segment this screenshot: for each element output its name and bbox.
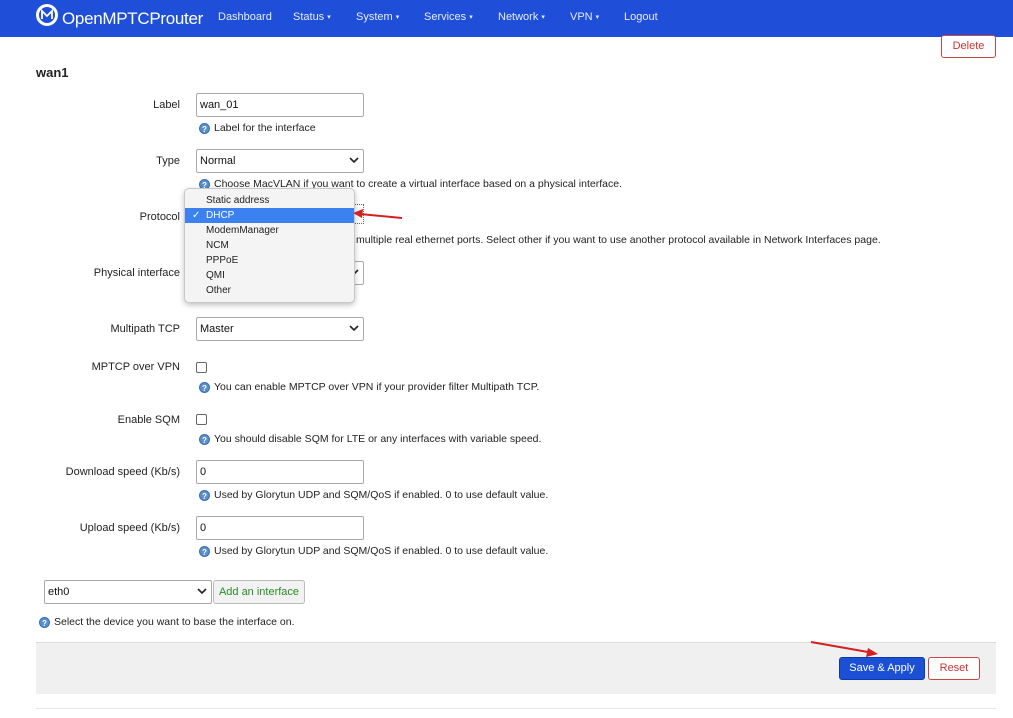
download-speed-label: Download speed (Kb/s): [65, 466, 180, 478]
protocol-select-edge[interactable]: [354, 204, 364, 224]
chevron-down-icon: [197, 588, 207, 595]
protocol-option-pppoe[interactable]: PPPoE: [185, 253, 354, 268]
enable-sqm-help: ? You should disable SQM for LTE or any i…: [199, 433, 541, 445]
brand[interactable]: OpenMPTCProuter: [36, 2, 203, 35]
device-select-value: eth0: [48, 586, 70, 598]
nav-vpn[interactable]: VPN ▾: [570, 11, 599, 23]
physical-interface-label: Physical interface: [93, 267, 180, 279]
help-icon: ?: [39, 616, 50, 628]
top-navbar: OpenMPTCProuter Dashboard Status ▾ System…: [0, 0, 1013, 37]
protocol-option-modemmanager[interactable]: ModemManager: [185, 223, 354, 238]
divider: [36, 708, 996, 709]
nav-network[interactable]: Network ▾: [498, 11, 545, 23]
download-speed-help: ? Used by Glorytun UDP and SQM/QoS if ena…: [199, 489, 548, 501]
protocol-option-qmi[interactable]: QMI: [185, 268, 354, 283]
label-input[interactable]: wan_01: [196, 93, 364, 117]
protocol-help: multiple real ethernet ports. Select oth…: [356, 234, 881, 246]
upload-speed-help: ? Used by Glorytun UDP and SQM/QoS if ena…: [199, 545, 548, 557]
caret-down-icon: ▾: [395, 14, 400, 21]
device-help: ? Select the device you want to base the …: [39, 616, 295, 628]
mptcp-over-vpn-label: MPTCP over VPN: [91, 361, 180, 373]
nav-logout[interactable]: Logout: [624, 11, 658, 23]
download-speed-input[interactable]: 0: [196, 460, 364, 484]
enable-sqm-checkbox[interactable]: [196, 414, 207, 425]
upload-speed-input[interactable]: 0: [196, 516, 364, 540]
caret-down-icon: ▾: [327, 14, 331, 21]
protocol-option-other[interactable]: Other: [185, 283, 354, 298]
protocol-option-dhcp[interactable]: ✓ DHCP: [185, 208, 354, 223]
type-select-value: Normal: [200, 155, 236, 167]
reset-button[interactable]: Reset: [928, 657, 980, 680]
multipath-tcp-label: Multipath TCP: [110, 323, 181, 335]
chevron-down-icon: [349, 325, 359, 332]
upload-speed-label: Upload speed (Kb/s): [79, 522, 180, 534]
protocol-option-ncm[interactable]: NCM: [185, 238, 354, 253]
nav-system[interactable]: System ▾: [356, 11, 399, 23]
help-icon: ?: [199, 489, 210, 501]
add-interface-button[interactable]: Add an interface: [213, 580, 305, 604]
nav-dashboard[interactable]: Dashboard: [218, 11, 272, 23]
protocol-option-static[interactable]: Static address: [185, 193, 354, 208]
type-field-label: Type: [156, 155, 180, 167]
label-field-label: Label: [153, 99, 180, 111]
multipath-tcp-value: Master: [200, 323, 234, 335]
type-select[interactable]: Normal: [196, 149, 364, 173]
mptcp-over-vpn-help: ? You can enable MPTCP over VPN if your p…: [199, 381, 539, 393]
multipath-tcp-select[interactable]: Master: [196, 317, 364, 341]
protocol-field-label: Protocol: [139, 211, 180, 223]
chevron-down-icon: [349, 157, 359, 164]
help-icon: ?: [199, 381, 210, 393]
save-apply-button[interactable]: Save & Apply: [839, 657, 925, 680]
caret-down-icon: ▾: [469, 14, 473, 21]
enable-sqm-label: Enable SQM: [117, 414, 180, 426]
mptcp-over-vpn-checkbox[interactable]: [196, 362, 207, 373]
label-help: ? Label for the interface: [199, 122, 316, 134]
delete-button[interactable]: Delete: [941, 35, 996, 58]
section-title: wan1: [36, 65, 69, 80]
protocol-dropdown-menu: Static address ✓ DHCP ModemManager NCM PP…: [184, 188, 355, 303]
help-icon: ?: [199, 545, 210, 557]
device-select[interactable]: eth0: [44, 580, 212, 604]
caret-down-icon: ▾: [595, 14, 600, 21]
brand-name: OpenMPTCProuter: [62, 8, 203, 28]
brand-logo-icon: [36, 3, 58, 26]
help-icon: ?: [199, 122, 210, 134]
nav-services[interactable]: Services ▾: [424, 11, 473, 23]
nav-status[interactable]: Status ▾: [293, 11, 331, 23]
help-icon: ?: [199, 433, 210, 445]
caret-down-icon: ▾: [541, 14, 545, 21]
check-icon: ✓: [192, 210, 201, 221]
